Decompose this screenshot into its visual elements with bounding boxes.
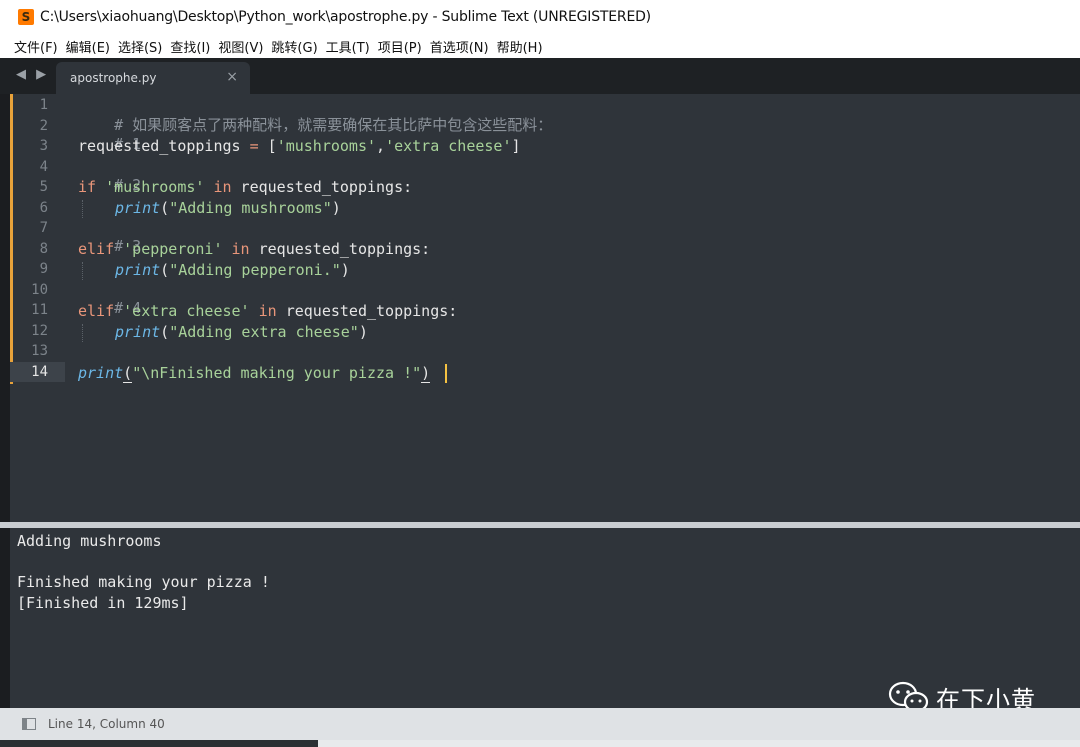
menu-view[interactable]: 视图(V) bbox=[218, 37, 263, 56]
string-literal: 'extra cheese' bbox=[385, 137, 512, 155]
line-number-current: 14 bbox=[31, 364, 48, 380]
line-number: 9 bbox=[39, 261, 48, 277]
menu-tools[interactable]: 工具(T) bbox=[326, 37, 370, 56]
taskbar-light-region bbox=[318, 740, 1080, 747]
string-literal: "Adding pepperoni." bbox=[169, 261, 341, 279]
window-title-bar: S C:\Users\xiaohuang\Desktop\Python_work… bbox=[0, 0, 1080, 34]
tab-label: apostrophe.py bbox=[70, 71, 157, 85]
indent-guide bbox=[82, 262, 84, 280]
string-literal: 'extra cheese' bbox=[114, 302, 250, 320]
operator: = bbox=[249, 137, 259, 155]
identifier: requested_toppings: bbox=[249, 240, 431, 258]
keyword: in bbox=[204, 178, 232, 196]
line-number: 5 bbox=[39, 179, 48, 195]
menu-preferences[interactable]: 首选项(N) bbox=[430, 37, 489, 56]
menu-goto[interactable]: 跳转(G) bbox=[271, 37, 317, 56]
menu-file[interactable]: 文件(F) bbox=[14, 37, 58, 56]
function-name: print bbox=[115, 199, 161, 217]
matched-bracket-close: ) bbox=[421, 364, 431, 383]
desktop-background bbox=[0, 94, 10, 724]
menu-selection[interactable]: 选择(S) bbox=[118, 37, 162, 56]
line-number: 7 bbox=[39, 220, 48, 236]
line-number: 12 bbox=[31, 323, 48, 339]
identifier: requested_toppings bbox=[78, 137, 250, 155]
string-literal: 'mushrooms' bbox=[276, 137, 377, 155]
status-bar: Line 14, Column 40 bbox=[0, 708, 1080, 740]
line-number: 13 bbox=[31, 343, 48, 359]
punctuation: ] bbox=[511, 137, 521, 155]
tab-apostrophe-py[interactable]: apostrophe.py × bbox=[56, 62, 250, 94]
punctuation: ) bbox=[358, 323, 368, 341]
punctuation: ( bbox=[160, 199, 170, 217]
code-line-11: elif 'extra cheese' in requested_topping… bbox=[78, 302, 457, 320]
menu-find[interactable]: 查找(I) bbox=[170, 37, 210, 56]
menu-project[interactable]: 项目(P) bbox=[378, 37, 422, 56]
code-line-5: if 'mushrooms' in requested_toppings: bbox=[78, 178, 412, 196]
sublime-text-icon: S bbox=[18, 9, 34, 25]
punctuation: ( bbox=[160, 261, 170, 279]
punctuation: ) bbox=[340, 261, 350, 279]
line-number: 11 bbox=[31, 302, 48, 318]
keyword: elif bbox=[78, 240, 115, 258]
panel-toggle-icon[interactable] bbox=[22, 718, 36, 730]
output-line: Adding mushrooms bbox=[17, 532, 162, 550]
tab-bar: ◀ ▶ apostrophe.py × bbox=[0, 58, 1080, 94]
line-number: 10 bbox=[31, 282, 48, 298]
line-number: 3 bbox=[39, 138, 48, 154]
menu-help[interactable]: 帮助(H) bbox=[497, 37, 543, 56]
output-line: [Finished in 129ms] bbox=[17, 594, 189, 612]
code-line-6: print("Adding mushrooms") bbox=[115, 199, 341, 217]
string-literal: 'pepperoni' bbox=[114, 240, 223, 258]
code-line-8: elif 'pepperoni' in requested_toppings: bbox=[78, 240, 430, 258]
keyword: if bbox=[78, 178, 97, 196]
output-line: Finished making your pizza ! bbox=[17, 573, 270, 591]
keyword: in bbox=[222, 240, 250, 258]
string-literal: "Adding extra cheese" bbox=[169, 323, 359, 341]
function-name: print bbox=[115, 323, 161, 341]
string-literal: "Adding mushrooms" bbox=[169, 199, 332, 217]
indent-guide bbox=[82, 200, 84, 218]
comment: # 如果顾客点了两种配料，就需要确保在其比萨中包含这些配料： bbox=[114, 116, 553, 134]
punctuation: ) bbox=[331, 199, 341, 217]
string-literal: 'mushrooms' bbox=[96, 178, 205, 196]
code-line-3: requested_toppings = ['mushrooms','extra… bbox=[78, 137, 521, 155]
window-title: C:\Users\xiaohuang\Desktop\Python_work\a… bbox=[40, 9, 651, 25]
punctuation: ( bbox=[160, 323, 170, 341]
code-editor[interactable]: 1 2 3 4 5 6 7 8 9 10 11 12 13 14 # 如果顾客点… bbox=[10, 94, 1080, 522]
tab-nav-arrows-icon[interactable]: ◀ ▶ bbox=[16, 67, 49, 82]
code-line-9: print("Adding pepperoni.") bbox=[115, 261, 350, 279]
function-name: print bbox=[78, 364, 124, 382]
function-name: print bbox=[115, 261, 161, 279]
punctuation: , bbox=[376, 137, 386, 155]
matched-bracket-open: ( bbox=[123, 364, 133, 383]
code-line-14: print("\nFinished making your pizza !") bbox=[78, 364, 431, 383]
keyword: elif bbox=[78, 302, 115, 320]
menu-edit[interactable]: 编辑(E) bbox=[66, 37, 110, 56]
keyword: in bbox=[249, 302, 277, 320]
cursor-position[interactable]: Line 14, Column 40 bbox=[48, 717, 165, 731]
line-number: 8 bbox=[39, 241, 48, 257]
punctuation: [ bbox=[258, 137, 277, 155]
indent-guide bbox=[82, 324, 84, 342]
identifier: requested_toppings: bbox=[231, 178, 413, 196]
line-number: 2 bbox=[39, 118, 48, 134]
code-line-12: print("Adding extra cheese") bbox=[115, 323, 368, 341]
identifier: requested_toppings: bbox=[276, 302, 458, 320]
line-number: 1 bbox=[39, 97, 48, 113]
taskbar-fragment bbox=[0, 740, 1080, 747]
menu-bar: 文件(F) 编辑(E) 选择(S) 查找(I) 视图(V) 跳转(G) 工具(T… bbox=[0, 34, 1080, 58]
line-number: 6 bbox=[39, 200, 48, 216]
string-literal: "\nFinished making your pizza !" bbox=[132, 364, 422, 382]
text-cursor bbox=[445, 364, 447, 383]
line-number: 4 bbox=[39, 159, 48, 175]
close-icon[interactable]: × bbox=[226, 69, 238, 85]
